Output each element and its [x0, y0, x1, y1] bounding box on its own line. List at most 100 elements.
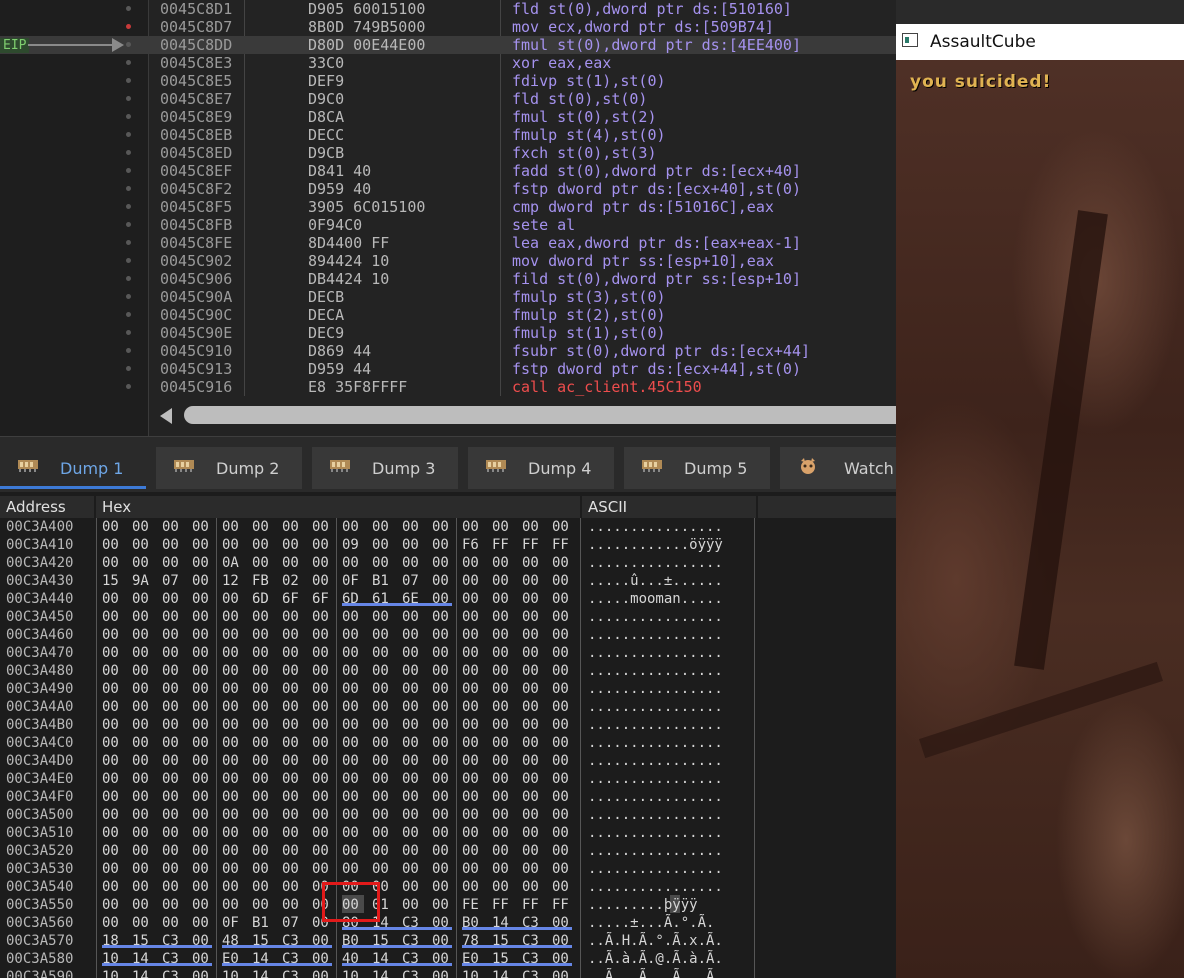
tab-watch-1[interactable]: Watch 1: [780, 447, 896, 489]
hex-column-header[interactable]: Hex: [96, 496, 580, 518]
dump-row[interactable]: 00C3A540 00 00 00 00 00 00 00 00 00 00 00 00 00 00 00 00…: [0, 878, 896, 896]
breakpoint-slot-icon[interactable]: [126, 204, 131, 209]
dump-row[interactable]: 00C3A450 00 00 00 00 00 00 00 00 00 00 00 00 00 00 00 00…: [0, 608, 896, 626]
dump-ascii[interactable]: ................: [588, 554, 723, 572]
disassembly-horizontal-scrollbar[interactable]: [160, 404, 896, 426]
disassembly-row[interactable]: 0045C8FB 0F94C0 sete al: [0, 216, 896, 234]
dump-row[interactable]: 00C3A550 00 00 00 00 00 00 00 00 00 01 00 00 FE FF FF FF…: [0, 896, 896, 914]
scrollbar-thumb[interactable]: [184, 406, 896, 424]
dump-row[interactable]: 00C3A4D0 00 00 00 00 00 00 00 00 00 00 00 00 00 00 00 00…: [0, 752, 896, 770]
tab-dump-1[interactable]: Dump 1: [0, 447, 146, 489]
memory-dump-pane[interactable]: Address Hex ASCII 00C3A400 00 00 00 00 00 00 00…: [0, 492, 896, 978]
dump-row[interactable]: 00C3A420 00 00 00 00 0A 00 00 00 00 00 00 00 00 00 00 00…: [0, 554, 896, 572]
disassembly-row[interactable]: 0045C8D1 D905 60015100 fld st(0),dword ptr…: [0, 0, 896, 18]
breakpoint-slot-icon[interactable]: [126, 168, 131, 173]
dump-ascii[interactable]: ............öÿÿÿ: [588, 536, 723, 554]
disassembly-row[interactable]: 0045C8F2 D959 40 fstp dword ptr ds:[ecx+40…: [0, 180, 896, 198]
address-column-header[interactable]: Address: [0, 496, 94, 518]
game-window[interactable]: AssaultCube you suicided!: [896, 0, 1184, 978]
disassembly-row[interactable]: 0045C8FE 8D4400 FF lea eax,dword ptr ds:[e…: [0, 234, 896, 252]
disassembly-row[interactable]: 0045C90A DECB fmulp st(3),st(0): [0, 288, 896, 306]
dump-row[interactable]: 00C3A490 00 00 00 00 00 00 00 00 00 00 00 00 00 00 00 00…: [0, 680, 896, 698]
dump-row[interactable]: 00C3A510 00 00 00 00 00 00 00 00 00 00 00 00 00 00 00 00…: [0, 824, 896, 842]
disassembly-row[interactable]: 0045C8D7 8B0D 749B5000 mov ecx,dword ptr d…: [0, 18, 896, 36]
dump-ascii[interactable]: ................: [588, 644, 723, 662]
dump-ascii[interactable]: ................: [588, 608, 723, 626]
breakpoint-slot-icon[interactable]: [126, 294, 131, 299]
breakpoint-icon[interactable]: [126, 24, 131, 29]
dump-row[interactable]: 00C3A400 00 00 00 00 00 00 00 00 00 00 00 00 00 00 00 00…: [0, 518, 896, 536]
disassembly-row[interactable]: 0045C8F5 3905 6C015100 cmp dword ptr ds:[5…: [0, 198, 896, 216]
dump-ascii[interactable]: ................: [588, 806, 723, 824]
dump-ascii[interactable]: ..Ã.à.Ã.@.Ã.à.Ã.: [588, 950, 723, 968]
dump-row[interactable]: 00C3A460 00 00 00 00 00 00 00 00 00 00 00 00 00 00 00 00…: [0, 626, 896, 644]
breakpoint-slot-icon[interactable]: [126, 222, 131, 227]
disassembly-row[interactable]: 0045C8DD D80D 00E44E00 fmul st(0),dword pt…: [0, 36, 896, 54]
disassembly-row[interactable]: 0045C8ED D9CB fxch st(0),st(3): [0, 144, 896, 162]
breakpoint-slot-icon[interactable]: [126, 6, 131, 11]
dump-ascii[interactable]: ................: [588, 734, 723, 752]
dump-ascii[interactable]: .....û...±......: [588, 572, 723, 590]
dump-ascii[interactable]: ................: [588, 716, 723, 734]
dump-ascii[interactable]: .....±...Ã.°.Ã.: [588, 914, 714, 932]
disassembly-row[interactable]: 0045C8EB DECC fmulp st(4),st(0): [0, 126, 896, 144]
tab-dump-2[interactable]: Dump 2: [156, 447, 302, 489]
tab-dump-3[interactable]: Dump 3: [312, 447, 458, 489]
breakpoint-slot-icon[interactable]: [126, 114, 131, 119]
dump-ascii[interactable]: ................: [588, 824, 723, 842]
dump-row[interactable]: 00C3A410 00 00 00 00 00 00 00 00 09 00 00 00 F6 FF FF FF…: [0, 536, 896, 554]
dump-row[interactable]: 00C3A4E0 00 00 00 00 00 00 00 00 00 00 00 00 00 00 00 00…: [0, 770, 896, 788]
breakpoint-slot-icon[interactable]: [126, 312, 131, 317]
breakpoint-slot-icon[interactable]: [126, 150, 131, 155]
dump-ascii[interactable]: ................: [588, 842, 723, 860]
dump-row[interactable]: 00C3A430 15 9A 07 00 12 FB 02 00 0F B1 07 00 00 00 00 00…: [0, 572, 896, 590]
disassembly-row[interactable]: 0045C8E3 33C0 xor eax,eax: [0, 54, 896, 72]
breakpoint-slot-icon[interactable]: [126, 348, 131, 353]
tab-dump-4[interactable]: Dump 4: [468, 447, 614, 489]
breakpoint-slot-icon[interactable]: [126, 330, 131, 335]
dump-ascii[interactable]: ................: [588, 662, 723, 680]
disassembly-row[interactable]: 0045C8EF D841 40 fadd st(0),dword ptr ds:[…: [0, 162, 896, 180]
dump-ascii[interactable]: .....mooman.....: [588, 590, 723, 608]
dump-row[interactable]: 00C3A4C0 00 00 00 00 00 00 00 00 00 00 00 00 00 00 00 00…: [0, 734, 896, 752]
breakpoint-slot-icon[interactable]: [126, 60, 131, 65]
disassembly-row[interactable]: 0045C902 894424 10 mov dword ptr ss:[esp+1…: [0, 252, 896, 270]
breakpoint-slot-icon[interactable]: [126, 276, 131, 281]
disassembly-row[interactable]: 0045C916 E8 35F8FFFF call ac_client.45C150: [0, 378, 896, 396]
breakpoint-slot-icon[interactable]: [126, 258, 131, 263]
disassembly-row[interactable]: 0045C90E DEC9 fmulp st(1),st(0): [0, 324, 896, 342]
dump-row[interactable]: 00C3A470 00 00 00 00 00 00 00 00 00 00 00 00 00 00 00 00…: [0, 644, 896, 662]
dump-row[interactable]: 00C3A4F0 00 00 00 00 00 00 00 00 00 00 00 00 00 00 00 00…: [0, 788, 896, 806]
tab-dump-5[interactable]: Dump 5: [624, 447, 770, 489]
disassembly-row[interactable]: 0045C906 DB4424 10 fild st(0),dword ptr ss…: [0, 270, 896, 288]
disassembly-row[interactable]: 0045C913 D959 44 fstp dword ptr ds:[ecx+44…: [0, 360, 896, 378]
dump-ascii[interactable]: ..Ã...Ã...Ã...Ã.: [588, 968, 723, 978]
dump-row[interactable]: 00C3A4A0 00 00 00 00 00 00 00 00 00 00 00 00 00 00 00 00…: [0, 698, 896, 716]
disassembly-row[interactable]: 0045C910 D869 44 fsubr st(0),dword ptr ds:…: [0, 342, 896, 360]
dump-ascii[interactable]: ................: [588, 770, 723, 788]
dump-row[interactable]: 00C3A530 00 00 00 00 00 00 00 00 00 00 00 00 00 00 00 00…: [0, 860, 896, 878]
dump-row[interactable]: 00C3A590 10 14 C3 00 10 14 C3 00 10 14 C3 00 10 14 C3 00…: [0, 968, 896, 978]
disassembly-row[interactable]: 0045C8E5 DEF9 fdivp st(1),st(0): [0, 72, 896, 90]
breakpoint-slot-icon[interactable]: [126, 186, 131, 191]
dump-ascii[interactable]: ................: [588, 626, 723, 644]
ascii-column-header[interactable]: ASCII: [582, 496, 756, 518]
dump-ascii[interactable]: ..Ã.H.Ã.°.Ã.x.Ã.: [588, 932, 723, 950]
disassembly-row[interactable]: 0045C90C DECA fmulp st(2),st(0): [0, 306, 896, 324]
dump-ascii[interactable]: ................: [588, 698, 723, 716]
scroll-left-icon[interactable]: [160, 408, 172, 424]
disassembly-row[interactable]: 0045C8E9 D8CA fmul st(0),st(2): [0, 108, 896, 126]
breakpoint-slot-icon[interactable]: [126, 384, 131, 389]
breakpoint-slot-icon[interactable]: [126, 42, 131, 47]
game-viewport[interactable]: you suicided!: [896, 60, 1184, 978]
breakpoint-slot-icon[interactable]: [126, 366, 131, 371]
dump-ascii[interactable]: ................: [588, 680, 723, 698]
breakpoint-slot-icon[interactable]: [126, 132, 131, 137]
breakpoint-slot-icon[interactable]: [126, 240, 131, 245]
dump-row[interactable]: 00C3A480 00 00 00 00 00 00 00 00 00 00 00 00 00 00 00 00…: [0, 662, 896, 680]
dump-row[interactable]: 00C3A4B0 00 00 00 00 00 00 00 00 00 00 00 00 00 00 00 00…: [0, 716, 896, 734]
breakpoint-slot-icon[interactable]: [126, 96, 131, 101]
dump-row[interactable]: 00C3A520 00 00 00 00 00 00 00 00 00 00 00 00 00 00 00 00…: [0, 842, 896, 860]
dump-ascii[interactable]: ................: [588, 878, 723, 896]
dump-row[interactable]: 00C3A500 00 00 00 00 00 00 00 00 00 00 00 00 00 00 00 00…: [0, 806, 896, 824]
